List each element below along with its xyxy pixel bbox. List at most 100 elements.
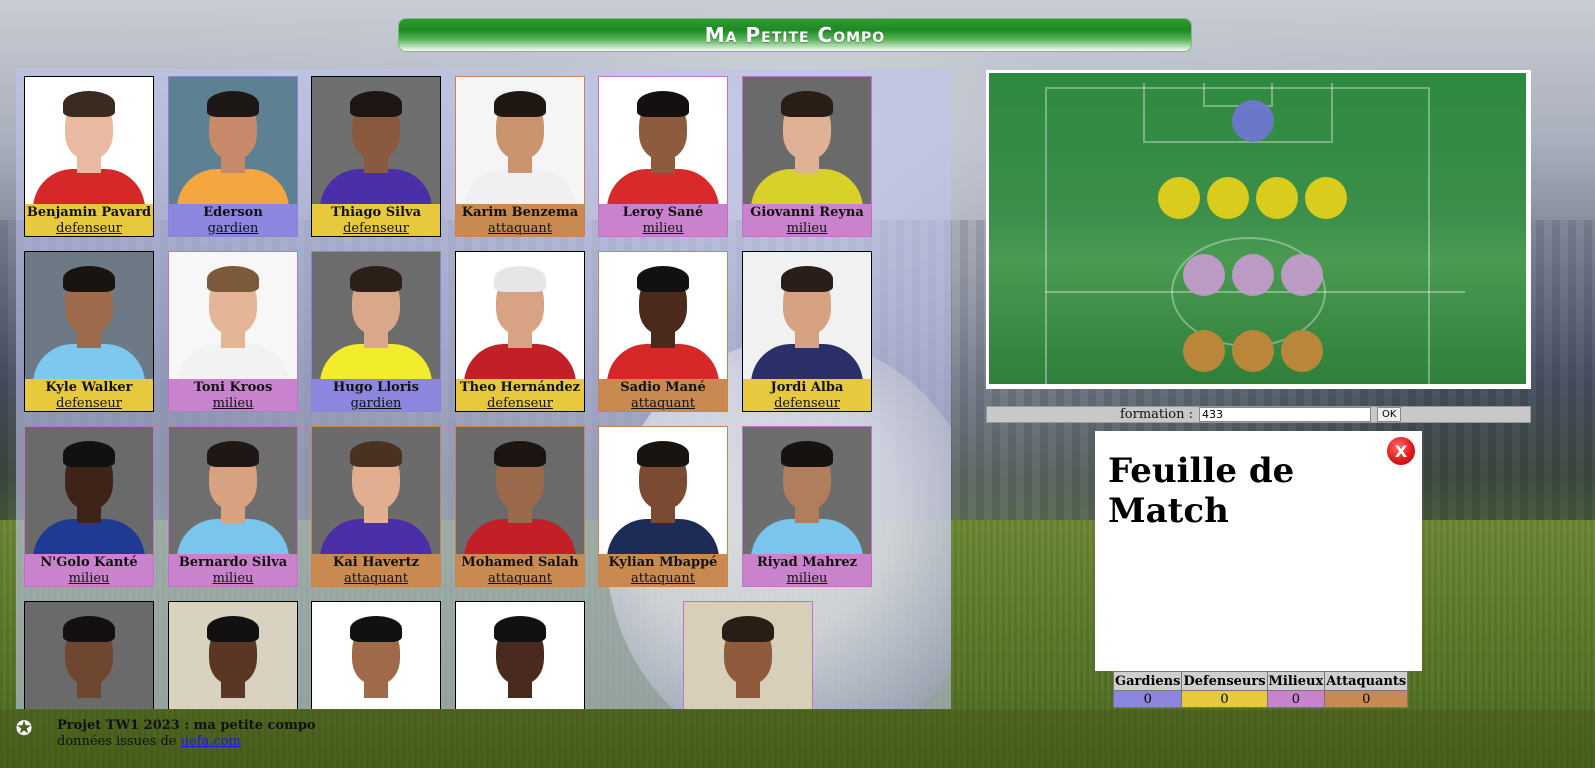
att-position-marker[interactable] bbox=[1281, 330, 1323, 372]
formation-label: formation : bbox=[1120, 407, 1194, 422]
player-role[interactable]: milieu bbox=[743, 221, 871, 236]
pitch-frame bbox=[986, 70, 1531, 389]
player-card[interactable]: Mohamed Salah attaquant bbox=[455, 426, 585, 587]
player-photo bbox=[169, 252, 297, 379]
att-position-marker[interactable] bbox=[1183, 330, 1225, 372]
player-role[interactable]: gardien bbox=[169, 221, 297, 236]
uefa-link[interactable]: uefa.com bbox=[181, 734, 241, 749]
player-role[interactable]: attaquant bbox=[456, 221, 584, 236]
player-photo bbox=[25, 77, 153, 204]
stats-value-gardiens: 0 bbox=[1112, 690, 1183, 708]
mid-position-marker[interactable] bbox=[1281, 254, 1323, 296]
player-card[interactable]: Hugo Lloris gardien bbox=[311, 251, 441, 412]
player-role[interactable]: defenseur bbox=[312, 221, 440, 236]
player-card[interactable]: Kylian Mbappé attaquant bbox=[598, 426, 728, 587]
player-name: Giovanni Reyna bbox=[743, 204, 871, 221]
player-hair bbox=[637, 441, 689, 467]
formation-ok-button[interactable]: OK bbox=[1377, 407, 1402, 422]
gk-position-marker[interactable] bbox=[1232, 100, 1274, 142]
close-button[interactable]: X bbox=[1386, 436, 1416, 466]
player-shirt bbox=[607, 519, 719, 554]
def-position-marker[interactable] bbox=[1158, 177, 1200, 219]
player-card[interactable]: Karim Benzema attaquant bbox=[455, 76, 585, 237]
page-title: Ma Petite Compo bbox=[704, 23, 886, 47]
player-hair bbox=[494, 266, 546, 292]
player-card[interactable]: Sadio Mané attaquant bbox=[598, 251, 728, 412]
player-photo bbox=[169, 427, 297, 554]
player-name: Riyad Mahrez bbox=[743, 554, 871, 571]
player-name: Theo Hernández bbox=[456, 379, 584, 396]
stats-value-milieux: 0 bbox=[1266, 690, 1326, 708]
footer-text: Projet TW1 2023 : ma petite compo donnée… bbox=[57, 718, 316, 750]
player-hair bbox=[781, 266, 833, 292]
player-role[interactable]: milieu bbox=[169, 396, 297, 411]
player-card[interactable]: Theo Hernández defenseur bbox=[455, 251, 585, 412]
def-position-marker[interactable] bbox=[1207, 177, 1249, 219]
player-role[interactable]: defenseur bbox=[456, 396, 584, 411]
player-card[interactable] bbox=[455, 601, 585, 709]
player-hair bbox=[637, 266, 689, 292]
player-card[interactable]: Kai Havertz attaquant bbox=[311, 426, 441, 587]
player-card[interactable]: Leroy Sané milieu bbox=[598, 76, 728, 237]
match-sheet: Feuille de Match bbox=[1095, 431, 1422, 671]
player-card[interactable]: Benjamin Pavard defenseur bbox=[24, 76, 154, 237]
player-name: Ederson bbox=[169, 204, 297, 221]
player-shirt bbox=[177, 169, 289, 204]
att-position-marker[interactable] bbox=[1232, 330, 1274, 372]
player-role[interactable]: milieu bbox=[169, 571, 297, 586]
player-card[interactable] bbox=[311, 601, 441, 709]
mid-position-marker[interactable] bbox=[1183, 254, 1225, 296]
player-card[interactable] bbox=[168, 601, 298, 709]
player-card[interactable]: Ederson gardien bbox=[168, 76, 298, 237]
player-shirt bbox=[464, 519, 576, 554]
def-position-marker[interactable] bbox=[1305, 177, 1347, 219]
player-photo bbox=[25, 252, 153, 379]
player-card[interactable]: Kyle Walker defenseur bbox=[24, 251, 154, 412]
player-name: N'Golo Kanté bbox=[25, 554, 153, 571]
player-photo bbox=[312, 427, 440, 554]
def-position-marker[interactable] bbox=[1256, 177, 1298, 219]
player-role[interactable]: attaquant bbox=[456, 571, 584, 586]
formation-input[interactable] bbox=[1199, 407, 1372, 422]
player-card[interactable]: Riyad Mahrez milieu bbox=[742, 426, 872, 587]
player-name: Leroy Sané bbox=[599, 204, 727, 221]
player-role[interactable]: milieu bbox=[25, 571, 153, 586]
stats-value-defenseurs: 0 bbox=[1181, 690, 1268, 708]
footer-source-line: données issues de uefa.com bbox=[57, 734, 316, 750]
player-shirt bbox=[607, 344, 719, 379]
player-role[interactable]: defenseur bbox=[25, 396, 153, 411]
player-name: Sadio Mané bbox=[599, 379, 727, 396]
player-photo bbox=[456, 427, 584, 554]
mid-position-marker[interactable] bbox=[1232, 254, 1274, 296]
player-hair bbox=[207, 91, 259, 117]
player-shirt bbox=[177, 519, 289, 554]
stats-value-attaquants: 0 bbox=[1324, 690, 1409, 708]
player-role[interactable]: gardien bbox=[312, 396, 440, 411]
player-role[interactable]: defenseur bbox=[25, 221, 153, 236]
player-card[interactable]: Giovanni Reyna milieu bbox=[742, 76, 872, 237]
player-role[interactable]: milieu bbox=[599, 221, 727, 236]
player-shirt bbox=[464, 344, 576, 379]
player-photo bbox=[169, 77, 297, 204]
player-shirt bbox=[320, 344, 432, 379]
player-hair bbox=[637, 91, 689, 117]
player-role[interactable]: milieu bbox=[743, 571, 871, 586]
player-card[interactable] bbox=[683, 601, 813, 709]
player-card[interactable]: Thiago Silva defenseur bbox=[311, 76, 441, 237]
player-card[interactable]: Jordi Alba defenseur bbox=[742, 251, 872, 412]
player-role[interactable]: attaquant bbox=[312, 571, 440, 586]
player-role[interactable]: attaquant bbox=[599, 396, 727, 411]
title-bar: Ma Petite Compo bbox=[398, 18, 1192, 52]
player-card[interactable]: Bernardo Silva milieu bbox=[168, 426, 298, 587]
player-card[interactable]: N'Golo Kanté milieu bbox=[24, 426, 154, 587]
player-card[interactable] bbox=[24, 601, 154, 709]
player-shirt bbox=[751, 519, 863, 554]
player-name: Mohamed Salah bbox=[456, 554, 584, 571]
player-role[interactable]: attaquant bbox=[599, 571, 727, 586]
player-role[interactable]: defenseur bbox=[743, 396, 871, 411]
player-hair bbox=[207, 616, 259, 642]
player-hair bbox=[722, 616, 774, 642]
player-card[interactable]: Toni Kroos milieu bbox=[168, 251, 298, 412]
player-photo bbox=[743, 252, 871, 379]
player-name: Karim Benzema bbox=[456, 204, 584, 221]
